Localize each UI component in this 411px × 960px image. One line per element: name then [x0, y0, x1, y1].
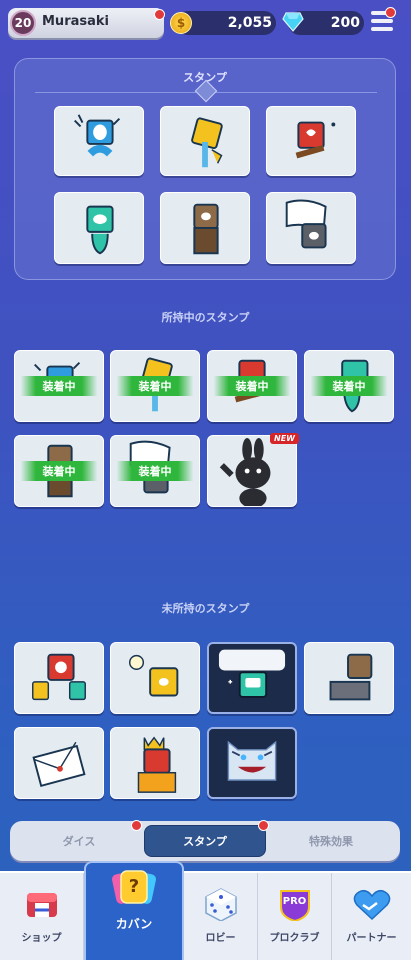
menu-notification-dot [385, 7, 396, 18]
red-dice-group-sticker-icon [32, 653, 86, 701]
tab-stamp[interactable]: スタンプ [144, 825, 266, 857]
red-dice-heart-sticker-icon [295, 121, 336, 159]
pro-badge-text: PRO [282, 896, 307, 907]
nav-shop-label: ショップ [21, 933, 62, 944]
teal-dice-sleeping-sticker-icon [218, 649, 286, 698]
player-profile[interactable]: 20 Murasaki [8, 8, 164, 38]
equipped-slot-3[interactable] [266, 106, 356, 176]
equipped-slot-2[interactable] [160, 106, 250, 176]
owned-stamp-6[interactable]: 装着中 [110, 435, 200, 507]
nav-lobby-label: ロビー [205, 933, 236, 944]
white-tiger-sticker-icon [227, 740, 277, 781]
bag-question-mark: ? [128, 876, 140, 897]
love-letter-sticker-icon [32, 741, 86, 787]
bag-icon: ? [111, 867, 157, 907]
unowned-stamp-5[interactable] [14, 727, 104, 799]
black-bunny-sticker-icon [219, 437, 271, 506]
nav-lobby[interactable]: ロビー [184, 873, 258, 960]
nav-bag-label: カバン [115, 917, 153, 931]
equipped-badge: 装着中 [310, 376, 388, 396]
partner-icon [353, 887, 391, 921]
blue-dice-surprised-sticker-icon [74, 114, 121, 157]
player-name: Murasaki [42, 14, 109, 29]
tab-special-effects[interactable]: 特殊効果 [272, 825, 390, 857]
tab-dice-notification-dot [131, 820, 142, 831]
unowned-stamp-1[interactable] [14, 642, 104, 714]
nav-shop[interactable]: ショップ [0, 873, 84, 960]
equipped-badge: 装着中 [20, 461, 98, 481]
nav-pro-club-label: プロクラブ [269, 933, 320, 944]
coin-icon: $ [170, 12, 192, 34]
red-dice-king-sticker-icon [137, 736, 177, 793]
owned-stamp-2[interactable]: 装着中 [110, 350, 200, 422]
nav-bag[interactable]: ? カバン [84, 861, 184, 960]
gem-amount: 200 [330, 15, 360, 31]
coin-amount: 2,055 [227, 15, 272, 31]
owned-stamps-title: 所持中のスタンプ [161, 311, 250, 324]
nav-pro-club[interactable]: PRO プロクラブ [258, 873, 332, 960]
tab-stamp-notification-dot [258, 820, 269, 831]
dice-icon [202, 887, 240, 922]
unowned-stamp-4[interactable] [304, 642, 394, 714]
brown-dice-sticker-icon [193, 203, 219, 255]
owned-stamp-3[interactable]: 装着中 [207, 350, 297, 422]
gem-icon [282, 12, 304, 32]
owned-stamp-4[interactable]: 装着中 [304, 350, 394, 422]
yellow-dice-sticker-icon [191, 117, 223, 168]
yellow-dice-idea-sticker-icon [128, 654, 179, 697]
owned-stamp-5[interactable]: 装着中 [14, 435, 104, 507]
unowned-stamp-6[interactable] [110, 727, 200, 799]
nav-partner-label: パートナー [346, 933, 397, 944]
unowned-stamps-title: 未所持のスタンプ [161, 602, 250, 615]
new-badge: NEW [270, 433, 299, 444]
equipped-badge: 装着中 [116, 376, 194, 396]
equipped-slot-5[interactable] [160, 192, 250, 264]
owned-stamp-1[interactable]: 装着中 [14, 350, 104, 422]
white-flag-dice-sticker-icon [285, 199, 327, 249]
equipped-slot-6[interactable] [266, 192, 356, 264]
equipped-badge: 装着中 [116, 461, 194, 481]
owned-stamp-7[interactable] [207, 435, 297, 507]
teal-dice-sticker-icon [86, 205, 114, 255]
equipped-badge: 装着中 [213, 376, 291, 396]
equipped-slot-1[interactable] [54, 106, 144, 176]
player-level: 20 [10, 10, 36, 36]
equipped-slot-4[interactable] [54, 192, 144, 264]
shop-icon [23, 887, 61, 921]
brown-dice-computer-sticker-icon [329, 653, 373, 701]
category-tabs: ダイス スタンプ 特殊効果 [10, 821, 400, 861]
unowned-stamp-7[interactable] [207, 727, 297, 799]
pro-club-icon: PRO [276, 887, 314, 923]
unowned-stamp-3[interactable] [207, 642, 297, 714]
unowned-stamp-2[interactable] [110, 642, 200, 714]
nav-partner[interactable]: パートナー [332, 873, 411, 960]
equipped-badge: 装着中 [20, 376, 98, 396]
top-bar: 20 Murasaki $ 2,055 200 [0, 0, 411, 50]
tab-dice[interactable]: ダイス [20, 825, 138, 857]
bottom-navigation: ショップ ? カバン ロビー PRO プロクラブ パートナー [0, 861, 411, 960]
profile-notification-dot [154, 9, 165, 20]
